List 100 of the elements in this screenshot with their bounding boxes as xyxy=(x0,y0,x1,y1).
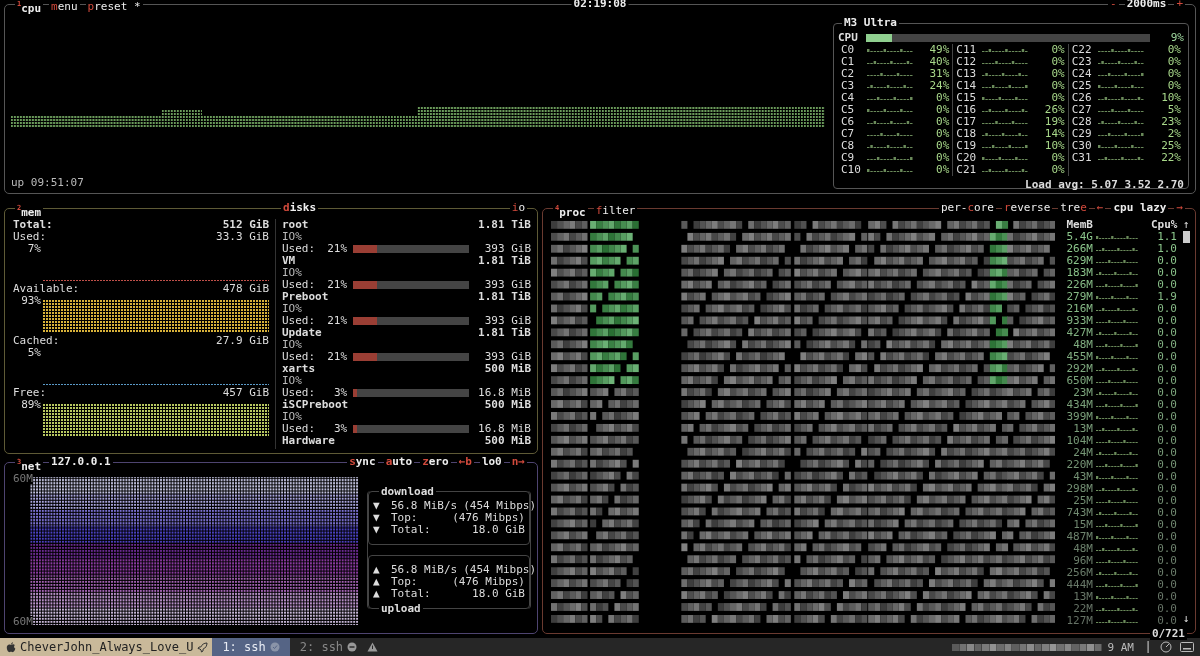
core-reading: 31% xyxy=(928,68,950,80)
core-reading: 0% xyxy=(1050,44,1065,56)
sparkline-drawing xyxy=(1096,498,1140,504)
memory-value: 27.9 GiB xyxy=(216,335,269,347)
sparkline-drawing xyxy=(867,167,915,173)
sparkline-drawing xyxy=(1096,258,1140,264)
cpu-cell-text: 0.0 xyxy=(1156,435,1177,447)
core-name: C22 xyxy=(1071,44,1093,56)
core-reading: 49% xyxy=(928,44,950,56)
sparkline-drawing xyxy=(1096,330,1140,336)
core-reading: 0% xyxy=(1050,80,1065,92)
memory-cell-text: 298M xyxy=(1065,483,1093,495)
memory-label: Available: xyxy=(13,283,80,295)
sparkline-drawing xyxy=(867,131,915,137)
sparkline-drawing xyxy=(1096,582,1140,588)
scroll-down-button[interactable]: ↓ xyxy=(1182,613,1190,625)
used-value: 393 GiB xyxy=(483,315,531,327)
sparkline-drawing xyxy=(1096,558,1140,564)
arrow-icon: ▲ xyxy=(373,576,385,588)
cpu-cell-text: 0.0 xyxy=(1156,267,1177,279)
column-header[interactable]: MemB xyxy=(1059,219,1093,231)
core-name: C24 xyxy=(1071,68,1093,80)
sparkline-drawing xyxy=(867,107,915,113)
cpu-cell-text: 0.0 xyxy=(1156,279,1177,291)
cpu-cell-text: 0.0 xyxy=(1156,375,1177,387)
sparkline-drawing xyxy=(982,119,1031,125)
rocket-icon xyxy=(197,641,209,653)
check-circle-icon xyxy=(269,642,280,652)
used-label: Used: xyxy=(282,351,316,363)
memory-cell-text: 220M xyxy=(1065,459,1093,471)
cpu-cell-text: 0.0 xyxy=(1156,423,1177,435)
window-tab[interactable]: 2: ssh xyxy=(289,638,368,656)
core-reading: 0% xyxy=(1050,164,1065,176)
sparkline-drawing xyxy=(867,119,915,125)
used-label: Used: xyxy=(282,423,316,435)
used-percent: 21% xyxy=(326,279,348,291)
sparkline-drawing xyxy=(1096,318,1140,324)
sparkline-drawing xyxy=(982,47,1031,53)
core-name: C11 xyxy=(956,44,978,56)
sparkline-drawing xyxy=(982,167,1031,173)
core-name: C18 xyxy=(956,128,978,140)
sparkline-drawing xyxy=(1096,474,1140,480)
core-name: C19 xyxy=(956,140,978,152)
memory-cell-text: 13M xyxy=(1072,423,1093,435)
core-reading: 0% xyxy=(1166,68,1181,80)
scrollbar-thumb[interactable] xyxy=(1182,231,1190,243)
sparkline-drawing xyxy=(1096,606,1140,612)
core-name: C23 xyxy=(1071,56,1093,68)
cpu-cell-text: 0.0 xyxy=(1156,615,1177,627)
memory-cell-text: 434M xyxy=(1065,399,1093,411)
disk-name: Preboot xyxy=(282,291,329,303)
sparkline-drawing xyxy=(982,131,1031,137)
minus-circle-icon xyxy=(347,642,358,652)
cpu-cell-text: 0.0 xyxy=(1156,351,1177,363)
cpu-cell-text: 0.0 xyxy=(1156,411,1177,423)
traffic-value: (476 Mibps) xyxy=(452,576,525,588)
sparkline-drawing xyxy=(1096,342,1140,348)
memory-percent: 89% xyxy=(20,399,41,411)
traffic-title: upload xyxy=(379,602,423,615)
cpu-cell-text: 0.0 xyxy=(1156,459,1177,471)
sparkline-drawing xyxy=(1096,378,1140,384)
memory-value: 478 GiB xyxy=(222,283,269,295)
core-reading: 19% xyxy=(1043,116,1065,128)
disk-size: 500 MiB xyxy=(484,363,531,375)
warning-icon xyxy=(367,642,379,652)
sparkline-drawing xyxy=(1096,354,1140,360)
core-name: C26 xyxy=(1071,92,1093,104)
session-name: CheverJohn_Always_Love_U xyxy=(0,638,213,656)
memory-cell-text: 216M xyxy=(1065,303,1093,315)
core-name: C3 xyxy=(841,80,856,92)
core-reading: 0% xyxy=(1166,80,1181,92)
core-reading: 26% xyxy=(1043,104,1065,116)
sparkline-drawing xyxy=(982,107,1031,113)
core-reading: 14% xyxy=(1043,128,1065,140)
arrow-icon: ▼ xyxy=(373,500,385,512)
disk-size: 500 MiB xyxy=(484,399,531,411)
sparkline-drawing xyxy=(1097,119,1146,125)
keyboard-icon xyxy=(1180,642,1194,652)
memory-cell-text: 13M xyxy=(1072,591,1093,603)
core-name: C10 xyxy=(841,164,862,176)
arrow-icon: ▼ xyxy=(373,524,385,536)
core-name: C14 xyxy=(956,80,978,92)
core-name: C8 xyxy=(841,140,856,152)
column-header[interactable]: Cpu% xyxy=(1151,219,1177,231)
window-tab[interactable]: 1: ssh xyxy=(212,638,290,656)
core-name: C20 xyxy=(956,152,978,164)
traffic-label: Total: xyxy=(391,588,432,600)
used-label: Used: xyxy=(282,279,316,291)
core-name: C2 xyxy=(841,68,856,80)
core-reading: 0% xyxy=(935,164,950,176)
core-name: C6 xyxy=(841,116,856,128)
scroll-up-button[interactable]: ↑ xyxy=(1182,219,1190,231)
apple-icon xyxy=(6,641,16,653)
traffic-value: (454 Mibps) xyxy=(463,564,537,576)
arrow-icon: ▲ xyxy=(373,564,385,576)
core-name: C12 xyxy=(956,56,978,68)
memory-cell-text: 427M xyxy=(1065,327,1093,339)
cpu-cell-text: 0.0 xyxy=(1156,315,1177,327)
disk-name: xarts xyxy=(282,363,316,375)
used-value: 393 GiB xyxy=(483,279,531,291)
